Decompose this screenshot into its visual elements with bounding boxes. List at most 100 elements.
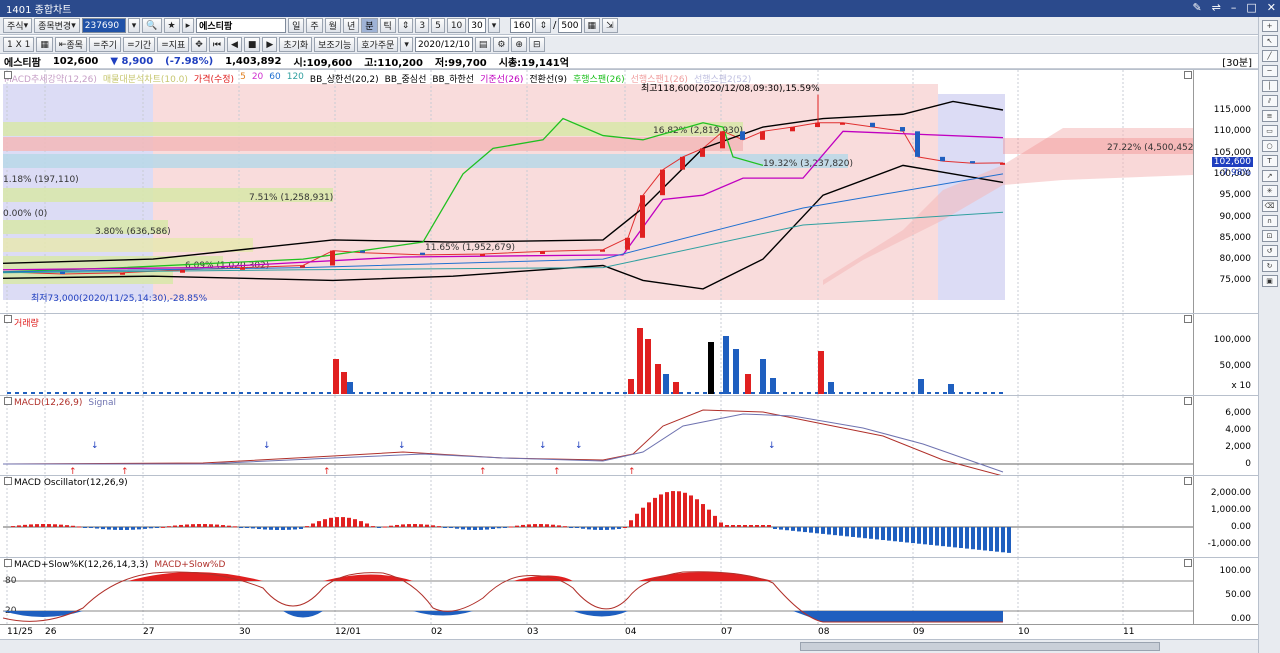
legend-item[interactable]: MACD추세강약(12,26)	[4, 72, 97, 85]
legend-item[interactable]: 후행스팬(26)	[573, 72, 625, 85]
legend-item[interactable]: 60	[269, 72, 280, 85]
crosshair-tool-icon[interactable]: +	[1261, 20, 1278, 32]
move-icon[interactable]: ✥	[191, 37, 207, 52]
period-week[interactable]: 주	[306, 18, 323, 33]
unit-dropdown-icon[interactable]: ▾	[487, 18, 501, 33]
pin-icon[interactable]: ✎	[1192, 1, 1201, 14]
order-dropdown-icon[interactable]: ▾	[400, 37, 413, 52]
bar-count-input[interactable]: 160	[510, 18, 534, 33]
oscillator-pane[interactable]: MACD Oscillator(12,26,9) 2,000.00 1,000.…	[0, 475, 1258, 557]
forward-icon[interactable]: ▶	[262, 37, 278, 52]
scroll-thumb[interactable]	[800, 642, 1160, 651]
eraser-tool-icon[interactable]: ⌫	[1261, 200, 1278, 212]
legend-item[interactable]: 선행스팬2(52)	[694, 72, 751, 85]
layout-button[interactable]: 1 X 1	[3, 37, 35, 52]
legend-item[interactable]: 5	[240, 72, 246, 85]
total-count-input[interactable]: 500	[558, 18, 582, 33]
period-minute[interactable]: 분	[361, 18, 378, 33]
legend-item[interactable]: BB_하한선	[432, 72, 474, 85]
chart-settings-icon[interactable]: ▦	[583, 18, 601, 33]
prev-stock-icon[interactable]: ▸	[181, 18, 195, 33]
pane-collapse-icon[interactable]	[1184, 315, 1192, 323]
minimize-icon[interactable]: –	[1231, 1, 1237, 14]
favorite-icon[interactable]: ★	[163, 18, 180, 33]
period-day[interactable]: 일	[288, 18, 305, 33]
back-icon[interactable]: ◀	[226, 37, 242, 52]
term-toggle-button[interactable]: = 기간	[123, 37, 156, 52]
trendline-tool-icon[interactable]: ╱	[1261, 50, 1278, 62]
save-tool-icon[interactable]: ▣	[1261, 275, 1278, 287]
change-stock-button[interactable]: 종목변경 ▾	[34, 18, 80, 33]
first-icon[interactable]: ⏮	[208, 37, 225, 52]
index-toggle-button[interactable]: = 지표	[157, 37, 190, 52]
close-icon[interactable]: ✕	[1267, 1, 1276, 14]
undo-tool-icon[interactable]: ↺	[1261, 245, 1278, 257]
search-icon[interactable]: 🔍	[142, 18, 162, 33]
legend-item[interactable]: 매물대분석차트(10.0)	[103, 72, 188, 85]
legend-item[interactable]: 가격(수정)	[194, 72, 234, 85]
hline-tool-icon[interactable]: ─	[1261, 65, 1278, 77]
rect-tool-icon[interactable]: ▭	[1261, 125, 1278, 137]
pane-collapse-icon[interactable]	[1184, 71, 1192, 79]
period-toggle-button[interactable]: = 주기	[88, 37, 122, 52]
macd-pane[interactable]: ↑ ↑ ↑ ↑ ↑ ↑ ↓ ↓ ↓ ↓ ↓ ↓ MACD(12,26,9) Signal 6,000 4…	[0, 395, 1258, 475]
maximize-icon[interactable]: □	[1246, 1, 1256, 14]
legend-item[interactable]: 전환선(9)	[529, 72, 567, 85]
item-toggle-button[interactable]: ⇤ 종목	[54, 37, 87, 52]
fibo-tool-icon[interactable]: ≡	[1261, 110, 1278, 122]
pane-collapse-icon[interactable]	[1184, 477, 1192, 485]
legend-item[interactable]: 기준선(26)	[480, 72, 523, 85]
channel-tool-icon[interactable]: ⫽	[1261, 95, 1278, 107]
period-month[interactable]: 월	[324, 18, 341, 33]
zoom-out-icon[interactable]: ⊟	[528, 37, 545, 52]
aux-function-button[interactable]: 보조기능	[314, 37, 356, 52]
legend-item[interactable]: 선행스팬1(26)	[631, 72, 688, 85]
order-button[interactable]: 호가주문	[357, 37, 399, 52]
date-input[interactable]: 2020/12/10	[414, 37, 473, 52]
chart-scrollbar[interactable]	[0, 639, 1258, 653]
legend-item[interactable]: BB_중심선	[385, 72, 427, 85]
bar-count-spin-icon[interactable]: ⇕	[535, 18, 551, 33]
unit-stepper-icon[interactable]: ⇕	[397, 18, 414, 33]
market-select[interactable]: 주식 ▾	[3, 18, 33, 33]
legend-item[interactable]: BB_상한선(20,2)	[310, 72, 379, 85]
zoom-in-icon[interactable]: ⊕	[511, 37, 527, 52]
period-year[interactable]: 년	[342, 18, 360, 33]
link-icon[interactable]: ⇌	[1212, 1, 1221, 14]
pane-collapse-icon[interactable]	[1184, 559, 1192, 567]
legend-item[interactable]: 120	[287, 72, 304, 85]
volume-pane[interactable]: 거래량 100,000 50,000 x 10	[0, 313, 1258, 395]
pane-menu-icon[interactable]	[4, 397, 12, 405]
grid-icon[interactable]: ▦	[36, 37, 53, 52]
legend-item[interactable]: 20	[252, 72, 263, 85]
calendar-icon[interactable]: ▤	[474, 37, 492, 52]
pane-menu-icon[interactable]	[4, 559, 12, 567]
stop-icon[interactable]: ■	[243, 37, 261, 52]
unit-30-field[interactable]: 30	[468, 18, 486, 33]
unit-5[interactable]: 5	[431, 18, 445, 33]
stochastic-pane[interactable]: 8020 MACD+Slow%K(12,26,14,3,3)MACD+Slow%…	[0, 557, 1258, 624]
gann-tool-icon[interactable]: ✳	[1261, 185, 1278, 197]
stock-name-field[interactable]: 에스티팜	[196, 18, 287, 33]
pane-collapse-icon[interactable]	[1184, 397, 1192, 405]
pointer-tool-icon[interactable]: ↖	[1261, 35, 1278, 47]
circle-tool-icon[interactable]: ○	[1261, 140, 1278, 152]
period-tick[interactable]: 틱	[379, 18, 396, 33]
unit-3[interactable]: 3	[415, 18, 430, 33]
vline-tool-icon[interactable]: │	[1261, 80, 1278, 92]
stock-code-input[interactable]: 237690	[81, 18, 126, 33]
pane-menu-icon[interactable]	[4, 71, 12, 79]
lock-tool-icon[interactable]: ⊡	[1261, 230, 1278, 242]
pane-menu-icon[interactable]	[4, 315, 12, 323]
magnet-tool-icon[interactable]: ∩	[1261, 215, 1278, 227]
gear-icon[interactable]: ⚙	[493, 37, 510, 52]
pane-menu-icon[interactable]	[4, 477, 12, 485]
arrow-tool-icon[interactable]: ↗	[1261, 170, 1278, 182]
redo-tool-icon[interactable]: ↻	[1261, 260, 1278, 272]
price-plot[interactable]: 16.82% (2,819,930) 19.32% (3,237,820) 1.18…	[2, 70, 1197, 313]
unit-10[interactable]: 10	[446, 18, 467, 33]
export-icon[interactable]: ⇲	[602, 18, 618, 33]
code-dropdown-icon[interactable]: ▾	[127, 18, 141, 33]
reset-button[interactable]: 초기화	[279, 37, 313, 52]
price-pane[interactable]: 16.82% (2,819,930) 19.32% (3,237,820) 1.18…	[0, 69, 1258, 313]
